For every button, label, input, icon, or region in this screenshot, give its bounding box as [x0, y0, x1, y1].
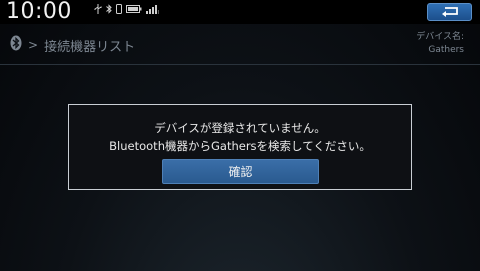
dialog-message-line2: Bluetooth機器からGathersを検索してください。: [109, 139, 371, 153]
page-title: 接続機器リスト: [44, 39, 136, 55]
screen: 10:00 l > 接続機器リスト デバイス名: Gathers デバイスが登録…: [0, 0, 480, 271]
confirm-button[interactable]: 確認: [162, 159, 319, 184]
bluetooth-icon: [10, 35, 22, 55]
status-bar: 10:00 l: [0, 0, 480, 24]
phone-icon: [116, 4, 122, 14]
device-name-label: デバイス名:: [416, 32, 464, 42]
svg-text:l: l: [158, 10, 159, 14]
clock: 10:00: [6, 0, 72, 24]
battery-icon: [126, 5, 142, 13]
dialog-message-line1: デバイスが登録されていません。: [154, 121, 326, 135]
breadcrumb-separator: >: [28, 38, 39, 52]
bluetooth-icon: [106, 4, 112, 14]
device-info: デバイス名: Gathers: [416, 31, 464, 57]
breadcrumb: > 接続機器リスト: [10, 35, 135, 55]
status-icons: l: [94, 3, 160, 15]
usb-icon: [94, 4, 102, 14]
device-name-value: Gathers: [428, 45, 464, 55]
back-button[interactable]: [427, 3, 472, 21]
dialog-message: デバイスが登録されていません。 Bluetooth機器からGathersを検索し…: [69, 119, 411, 155]
header: > 接続機器リスト デバイス名: Gathers: [0, 24, 480, 65]
return-arrow-icon: [440, 3, 460, 22]
message-dialog: デバイスが登録されていません。 Bluetooth機器からGathersを検索し…: [68, 104, 412, 190]
signal-icon: l: [146, 4, 160, 14]
